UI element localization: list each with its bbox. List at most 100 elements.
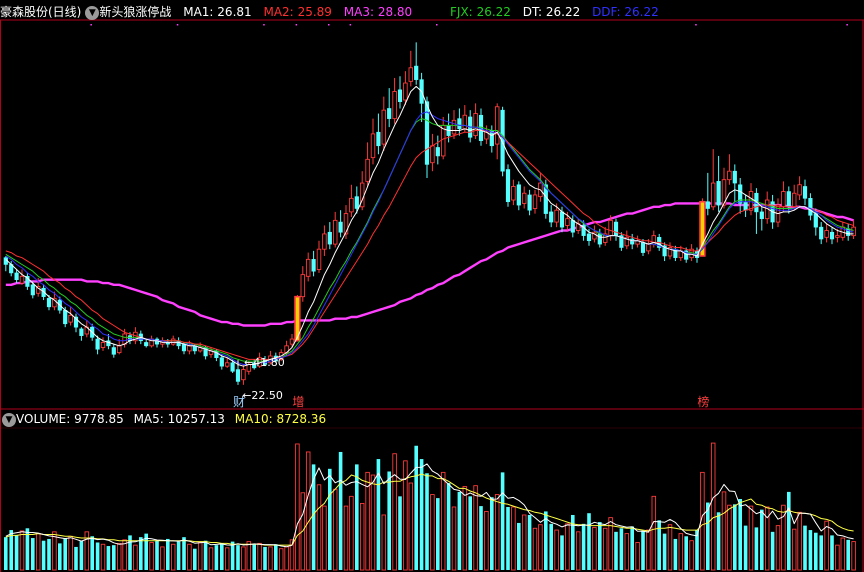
volume-bar-down — [517, 522, 521, 570]
volume-bar-up — [268, 546, 273, 571]
candle-down — [79, 328, 84, 336]
volume-bar-down — [252, 544, 256, 570]
indicator-dropdown-icon[interactable]: ▼ — [85, 5, 100, 20]
volume-bar-down — [581, 523, 586, 570]
volume-bar-up — [224, 547, 230, 571]
volume-bar-up — [149, 542, 154, 571]
candle-up — [835, 235, 840, 238]
volume-bar-up — [835, 544, 840, 571]
volume-bar-up — [133, 544, 138, 571]
ma3-value: 28.80 — [377, 5, 413, 19]
candle-up — [122, 333, 127, 345]
volume-bar-down — [214, 545, 219, 570]
candle-up — [392, 91, 397, 120]
volume-bar-down — [166, 538, 170, 570]
volume-bar-down — [527, 514, 532, 570]
volume-bar-down — [4, 537, 8, 570]
volume-bar-up — [484, 510, 489, 571]
candle-up — [824, 230, 829, 238]
stock-name: 豪森股份(日线) — [0, 5, 82, 19]
volume-bar-up — [322, 505, 327, 571]
top-marker-dot — [176, 24, 179, 26]
candle-down — [144, 342, 149, 347]
volume-bar-down — [598, 522, 602, 570]
volume-bar-up — [116, 542, 122, 571]
candle-up — [473, 113, 478, 137]
volume-bar-down — [155, 540, 159, 570]
volume-bar-up — [187, 543, 192, 571]
volume-bar-down — [560, 535, 564, 570]
candle-down — [111, 347, 116, 355]
dt-label: DT: — [522, 5, 543, 19]
volume-bar-down — [787, 491, 791, 570]
candle-up — [494, 106, 500, 145]
volume-bar-up — [197, 542, 203, 571]
candle-down — [311, 259, 316, 272]
candle-down — [586, 233, 592, 242]
volume-bar-up — [565, 523, 570, 571]
candle-up — [532, 194, 538, 209]
candle-up — [440, 124, 446, 157]
candle-down — [705, 201, 710, 209]
volume-bar-up — [592, 526, 597, 571]
volume-bar-up — [19, 530, 25, 571]
volume-bar-up — [208, 547, 214, 571]
volume-bar-down — [684, 536, 688, 570]
candle-up — [608, 219, 613, 237]
volume-bar-down — [387, 471, 391, 570]
volume-bar-up — [343, 505, 349, 571]
candle-down — [181, 343, 187, 352]
candle-down — [570, 220, 575, 233]
volume-bar-down — [41, 540, 46, 570]
volume-bar-up — [381, 514, 387, 571]
candle-up — [565, 218, 570, 226]
volume-bar-down — [106, 546, 111, 570]
volume-bar-down — [549, 523, 553, 570]
volume-bar-up — [624, 533, 630, 571]
candle-down — [424, 101, 430, 165]
candle-up — [451, 119, 457, 135]
candle-down — [802, 186, 808, 199]
candle-down — [613, 221, 619, 236]
volume-bar-down — [355, 464, 359, 570]
volume-bar-down — [274, 544, 278, 570]
candle-up — [19, 275, 25, 284]
candle-up — [170, 338, 176, 345]
volume-bar-down — [814, 532, 818, 570]
volume-bar-down — [630, 526, 634, 570]
volume-bar-down — [770, 531, 775, 570]
candle-up — [727, 170, 732, 181]
candle-down — [338, 221, 343, 233]
volume-bar-down — [479, 506, 483, 570]
volume-bar-up — [748, 505, 754, 571]
candle-up — [554, 209, 559, 223]
volume-bar-down — [716, 512, 721, 570]
volume-dropdown-icon[interactable]: ▼ — [2, 412, 16, 427]
volume-bar-up — [170, 543, 176, 571]
volume-bar-down — [706, 502, 710, 570]
volume-bar-down — [673, 538, 678, 570]
top-marker-dot — [263, 24, 265, 26]
candle-up — [381, 109, 387, 145]
volume-bar-down — [263, 546, 267, 570]
volume-bar-down — [79, 540, 84, 570]
volume-bar-down — [614, 531, 618, 570]
candle-down — [387, 108, 392, 119]
candle-up — [305, 258, 311, 277]
volume-bar-up — [430, 494, 435, 571]
ma2-value: 25.89 — [297, 5, 332, 19]
volume-bar-down — [446, 483, 451, 570]
candle-down — [435, 147, 440, 157]
candle-down — [813, 213, 818, 228]
candle-down — [327, 231, 332, 245]
volume-bar-down — [743, 525, 748, 570]
volume-bar-down — [738, 499, 742, 570]
volume-bar-up — [332, 488, 338, 571]
volume-bar-up — [635, 542, 640, 571]
volume-bar-up — [721, 491, 727, 571]
volume-bar-down — [398, 496, 402, 570]
ddf-label: DDF: — [592, 5, 621, 19]
ddf-value: 26.22 — [624, 5, 659, 19]
volume-bar-down — [819, 535, 823, 570]
top-marker-dot — [349, 24, 352, 26]
